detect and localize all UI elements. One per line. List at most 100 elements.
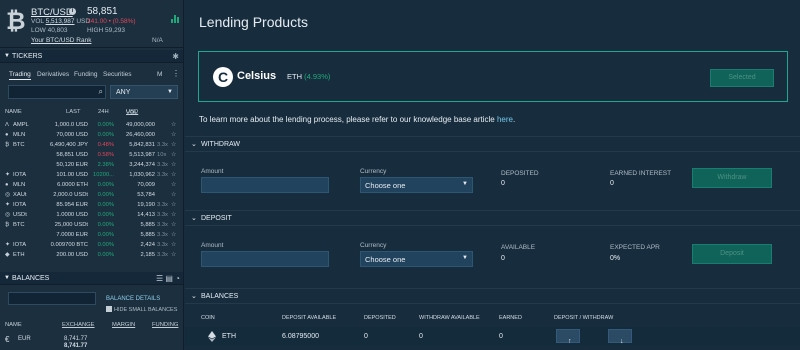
col-name[interactable]: NAME (5, 109, 22, 115)
checkbox-icon[interactable] (106, 306, 112, 312)
chevron-down-icon[interactable]: ▼ (4, 53, 10, 59)
ticker-last: 7.0000 EUR (56, 232, 88, 238)
col-vol[interactable]: VOL USD (126, 109, 138, 116)
star-icon[interactable]: ☆ (171, 232, 176, 238)
ticker-row[interactable]: ● MLN 6.0000 ETH 0.00% 70,009 ☆ (0, 181, 183, 191)
ticker-last: 1,000.0 USD (54, 122, 88, 128)
star-icon[interactable]: ☆ (171, 202, 176, 208)
ticker-leverage: 3.3x (157, 212, 168, 218)
tab-trading[interactable]: Trading (9, 71, 31, 80)
chevron-down-icon[interactable]: ⌄ (191, 292, 197, 300)
ticker-search-input[interactable]: ⌕ (8, 85, 106, 99)
deposit-arrow-button[interactable]: ↑ (556, 329, 580, 345)
ticker-last: 50,120 EUR (56, 162, 88, 168)
ticker-leverage: 3.3x (157, 242, 168, 248)
pair-link[interactable]: BTC/USD (31, 7, 73, 18)
withdraw-section-header[interactable]: ⌄ WITHDRAW (185, 136, 800, 152)
earned-cell: 0 (499, 333, 503, 340)
star-icon[interactable]: ☆ (171, 122, 176, 128)
ticker-row[interactable]: ● MLN 70,000 USD 0.00% 26,460,000 ☆ (0, 131, 183, 141)
deposit-currency-select[interactable]: Choose one ▼ (360, 251, 473, 267)
knowledge-base-link[interactable]: here (497, 115, 513, 124)
deposit-section-header[interactable]: ⌄ DEPOSIT (185, 210, 800, 226)
star-icon[interactable]: ☆ (171, 192, 176, 198)
ticker-row[interactable]: 50,120 EUR 2.38% 3,244,374 3.3x ☆ (0, 161, 183, 171)
info-icon[interactable]: i (69, 8, 76, 15)
view-toggle-icons[interactable]: ☰ ▤ ◔ (156, 274, 180, 283)
tab-derivatives[interactable]: Derivatives (37, 71, 69, 78)
ticker-row[interactable]: 7.0000 EUR 0.00% 5,885 3.3x ☆ (0, 231, 183, 241)
star-icon[interactable]: ☆ (171, 172, 176, 178)
star-icon[interactable]: ☆ (171, 132, 176, 138)
ticker-row[interactable]: 58,851 USD 0.58% 5,513,987 10x ☆ (0, 151, 183, 161)
star-icon[interactable]: ☆ (171, 142, 176, 148)
low-price: LOW 40,803 (31, 27, 68, 34)
star-icon[interactable]: ☆ (171, 222, 176, 228)
more-options-icon[interactable]: ⋮ (172, 69, 180, 78)
star-icon[interactable]: ☆ (171, 182, 176, 188)
tab-more[interactable]: M (157, 71, 162, 78)
tickers-section-header[interactable]: ▼ TICKERS ✱ (0, 50, 183, 63)
balances-table-header[interactable]: ⌄ BALANCES (185, 288, 800, 304)
selected-button[interactable]: Selected (710, 69, 774, 87)
balance-search-input[interactable] (8, 292, 96, 305)
ticker-volume: 2,185 (140, 252, 155, 258)
star-icon[interactable]: ☆ (171, 212, 176, 218)
star-icon[interactable]: ☆ (171, 252, 176, 258)
deposit-button[interactable]: Deposit (692, 244, 772, 264)
col-last[interactable]: LAST (66, 109, 81, 115)
ticker-name: XAUt (13, 192, 27, 198)
deposit-amount-input[interactable] (201, 251, 329, 267)
ticker-volume: 3,244,374 (129, 162, 155, 168)
ticker-header: ₿ BTC/USD i 58,851 VOL 5,513,987 USD 241… (0, 0, 183, 48)
ticker-icon: ● (5, 132, 9, 138)
withdraw-amount-input[interactable] (201, 177, 329, 193)
ticker-last: 85.954 EUR (56, 202, 88, 208)
withdraw-currency-select[interactable]: Choose one ▼ (360, 177, 473, 193)
col-24h[interactable]: 24H (98, 109, 109, 115)
col-coin: COIN (201, 315, 215, 321)
ticker-leverage: 3.3x (157, 172, 168, 178)
lending-provider-card[interactable]: C Celsius ETH (4.93%) Selected (198, 51, 788, 102)
col-exchange[interactable]: EXCHANGE (62, 322, 95, 328)
star-icon[interactable]: ☆ (171, 162, 176, 168)
star-icon[interactable]: ☆ (171, 242, 176, 248)
withdraw-button[interactable]: Withdraw (692, 168, 772, 188)
col-margin[interactable]: MARGIN (112, 322, 135, 328)
ticker-row[interactable]: ✦ IOTA 0.009700 BTC 0.00% 2,424 3.3x ☆ (0, 241, 183, 251)
bar-chart-icon[interactable] (171, 15, 179, 23)
ticker-icon: ✦ (5, 242, 10, 248)
ticker-row[interactable]: ◆ ETH 200.00 USD 0.00% 2,185 3.3x ☆ (0, 251, 183, 261)
ticker-row[interactable]: ₿ BTC 6,490,400 JPY 0.48% 5,842,831 3.3x ☆ (0, 141, 183, 151)
col-balance-name[interactable]: NAME (5, 322, 22, 328)
ticker-change: 0.48% (97, 142, 114, 148)
arrow-up-icon: ↑ (568, 338, 572, 345)
gear-icon[interactable]: ✱ (172, 52, 179, 61)
ticker-row[interactable]: ✦ IOTA 85.954 EUR 0.00% 19,190 3.3x ☆ (0, 201, 183, 211)
balances-section-header[interactable]: ▼ BALANCES ☰ ▤ ◔ (0, 272, 183, 285)
hide-small-balances-checkbox[interactable]: HIDE SMALL BALANCES (106, 306, 177, 313)
chevron-down-icon[interactable]: ⌄ (191, 140, 197, 148)
ticker-row[interactable]: ◎ XAUt 2,000.0 USDt 0.00% 53,784 ☆ (0, 191, 183, 201)
ticker-row[interactable]: ◎ USDt 1.0000 USD 0.00% 14,413 3.3x ☆ (0, 211, 183, 221)
ticker-row[interactable]: ✦ IOTA 101.00 USD 10200... 1,030,962 3.3x ☆ (0, 171, 183, 181)
chevron-down-icon[interactable]: ⌄ (191, 214, 197, 222)
withdraw-arrow-button[interactable]: ↓ (608, 329, 632, 345)
rank-link[interactable]: Your BTC/USD Rank (31, 37, 91, 44)
star-icon[interactable]: ☆ (171, 152, 176, 158)
ticker-change: 0.58% (97, 152, 114, 158)
ticker-leverage: 3.3x (157, 252, 168, 258)
ticker-last: 70,000 USD (56, 132, 88, 138)
search-icon[interactable]: ⌕ (99, 87, 103, 97)
balance-details-link[interactable]: BALANCE DETAILS (106, 296, 160, 302)
ticker-name: IOTA (13, 242, 27, 248)
ticker-row[interactable]: Λ AMPL 1,000.0 USD 0.00% 49,000,000 ☆ (0, 121, 183, 131)
ticker-filter-select[interactable]: ANY ▼ (110, 85, 178, 99)
ticker-row[interactable]: ₿ BTC 25,000 USDt 0.00% 5,885 3.3x ☆ (0, 221, 183, 231)
ticker-volume: 5,513,987 (129, 152, 155, 158)
tab-funding[interactable]: Funding (74, 71, 98, 78)
col-funding[interactable]: FUNDING (152, 322, 178, 328)
ticker-icon: ● (5, 182, 9, 188)
chevron-down-icon[interactable]: ▼ (4, 275, 10, 281)
tab-securities[interactable]: Securities (103, 71, 132, 78)
